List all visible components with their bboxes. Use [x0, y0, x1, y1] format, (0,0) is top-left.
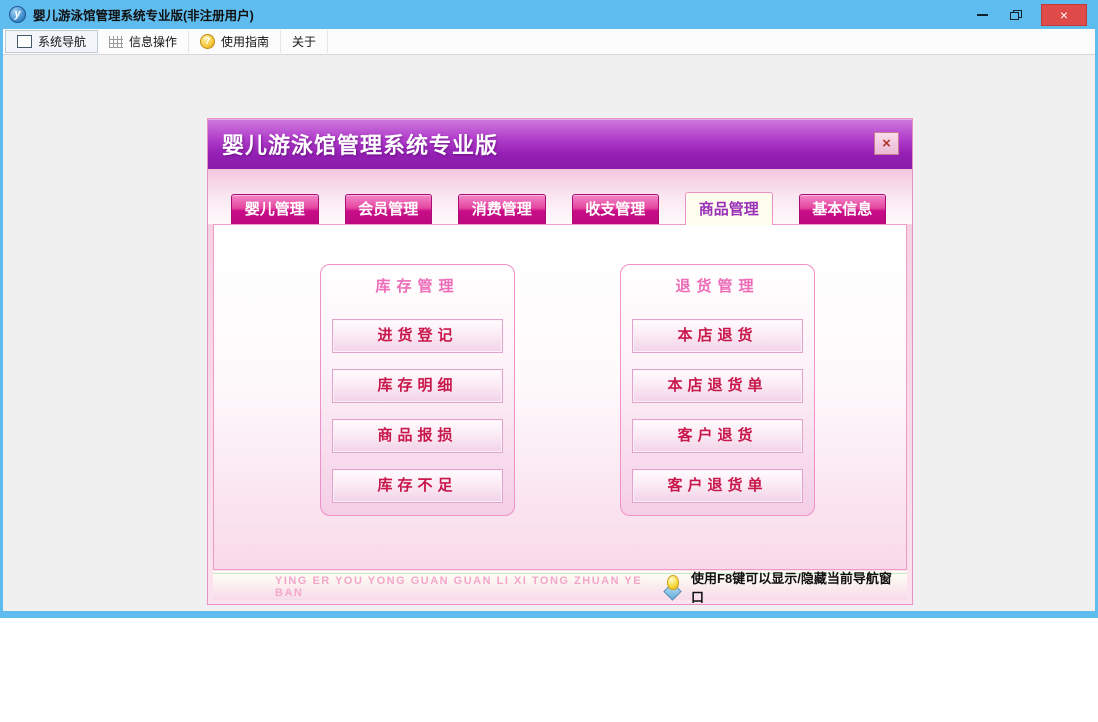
footer-slogan: YING ER YOU YONG GUAN GUAN LI XI TONG ZH… — [275, 575, 643, 599]
tab-baby-management[interactable]: 婴儿管理 — [231, 194, 319, 224]
button-store-return-slip[interactable]: 本店退货单 — [632, 369, 803, 403]
close-window-button[interactable]: × — [1041, 3, 1087, 26]
lightbulb-icon — [662, 575, 684, 601]
toolbar-item-label: 信息操作 — [129, 35, 178, 49]
dialog-title: 婴儿游泳馆管理系统专业版 — [222, 133, 499, 158]
app-window: y 婴儿游泳馆管理系统专业版(非注册用户) × 系统导航 信息操作 ? 使用指南 — [0, 0, 1098, 618]
button-customer-return-slip[interactable]: 客户退货单 — [632, 469, 803, 503]
app-logo-icon: y — [9, 6, 26, 23]
restore-button[interactable] — [999, 4, 1033, 26]
toolbar: 系统导航 信息操作 ? 使用指南 关于 — [3, 29, 1095, 55]
navigation-dialog: 婴儿游泳馆管理系统专业版 × 婴儿管理 会员管理 消费管理 收支管理 商品管理 … — [207, 118, 913, 605]
navigation-icon — [17, 35, 32, 48]
toolbar-item-label: 关于 — [292, 35, 317, 49]
tab-page-product-management: 库存管理 进货登记 库存明细 商品报损 库存不足 退货管理 本店退货 本店退货单… — [213, 224, 907, 570]
button-store-return[interactable]: 本店退货 — [632, 319, 803, 353]
title-bar: y 婴儿游泳馆管理系统专业版(非注册用户) × — [3, 0, 1095, 29]
tab-member-management[interactable]: 会员管理 — [344, 194, 432, 224]
group-title: 库存管理 — [375, 278, 460, 295]
minimize-icon — [976, 13, 988, 16]
button-purchase-register[interactable]: 进货登记 — [332, 319, 503, 353]
footer-hint: 使用F8键可以显示/隐藏当前导航窗口 — [662, 568, 897, 606]
minimize-button[interactable] — [965, 4, 999, 26]
button-inventory-detail[interactable]: 库存明细 — [332, 369, 503, 403]
toolbar-item-label: 系统导航 — [38, 35, 87, 49]
button-customer-return[interactable]: 客户退货 — [632, 419, 803, 453]
dialog-close-button[interactable]: × — [874, 132, 899, 155]
group-title: 退货管理 — [675, 278, 760, 295]
toolbar-item-system-nav[interactable]: 系统导航 — [5, 30, 99, 53]
toolbar-item-label: 使用指南 — [221, 35, 270, 49]
dialog-footer: YING ER YOU YONG GUAN GUAN LI XI TONG ZH… — [213, 571, 907, 605]
tab-product-management[interactable]: 商品管理 — [685, 192, 773, 225]
toolbar-item-about[interactable]: 关于 — [281, 30, 329, 53]
window-title: 婴儿游泳馆管理系统专业版(非注册用户) — [33, 9, 254, 23]
grid-icon — [109, 35, 124, 48]
button-low-stock[interactable]: 库存不足 — [332, 469, 503, 503]
tab-basic-info[interactable]: 基本信息 — [798, 194, 886, 224]
toolbar-item-user-guide[interactable]: ? 使用指南 — [189, 30, 282, 53]
window-controls: × — [965, 0, 1091, 29]
restore-icon — [1010, 9, 1022, 20]
button-product-damage[interactable]: 商品报损 — [332, 419, 503, 453]
dialog-header: 婴儿游泳馆管理系统专业版 × — [208, 119, 912, 169]
footer-hint-text: 使用F8键可以显示/隐藏当前导航窗口 — [691, 571, 892, 605]
tab-income-expense-management[interactable]: 收支管理 — [571, 194, 659, 224]
group-return-management: 退货管理 本店退货 本店退货单 客户退货 客户退货单 — [620, 264, 815, 516]
toolbar-item-info-ops[interactable]: 信息操作 — [98, 30, 190, 53]
tab-strip: 婴儿管理 会员管理 消费管理 收支管理 商品管理 基本信息 — [208, 169, 912, 225]
tab-consumption-management[interactable]: 消费管理 — [458, 194, 546, 224]
group-inventory-management: 库存管理 进货登记 库存明细 商品报损 库存不足 — [320, 264, 515, 516]
help-coin-icon: ? — [200, 34, 216, 49]
client-area: 婴儿游泳馆管理系统专业版 × 婴儿管理 会员管理 消费管理 收支管理 商品管理 … — [3, 55, 1095, 611]
